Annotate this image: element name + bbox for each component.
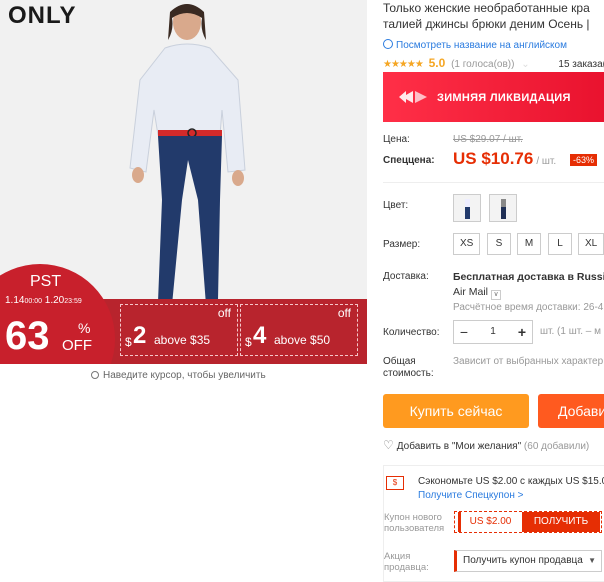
translate-link-text: Посмотреть название на английском (396, 40, 567, 51)
coupon-off-label: off (217, 306, 231, 320)
winter-sale-banner[interactable]: ЗИМНЯЯ ЛИКВИДАЦИЯ (383, 72, 604, 122)
banner-text: ЗИМНЯЯ ЛИКВИДАЦИЯ (437, 92, 571, 104)
total-label: Общая стоимость: (383, 356, 434, 380)
special-price: US $10.76/ шт. (453, 149, 556, 169)
buy-now-button[interactable]: Купить сейчас (383, 394, 529, 428)
coupon-amount: 2 (133, 322, 147, 349)
total-value: Зависит от выбранных характер (453, 356, 604, 367)
product-title-line: талией джинсы брюки деним Осень | (383, 17, 590, 31)
add-to-wishlist[interactable]: ♡ Добавить в "Мои желания" (60 добавили) (383, 438, 589, 452)
coupon-panel: $ Сэкономьте US $2.00 с каждых US $15.00… (383, 465, 604, 582)
special-price-label: Спеццена: (383, 155, 435, 166)
translate-link[interactable]: Посмотреть название на английском (383, 39, 567, 51)
color-label: Цвет: (383, 200, 409, 211)
size-option[interactable]: M (517, 233, 541, 255)
label-line: Акция (384, 551, 411, 562)
label-line: продавца: (384, 562, 429, 573)
promo-overlay: off $ 2 above $35 off $ 4 above $50 PST … (0, 264, 367, 364)
product-title-line: Только женские необработанные кра (383, 1, 590, 15)
chevron-down-icon[interactable]: ∨ (491, 290, 502, 300)
quantity-stepper: − 1 + (453, 320, 533, 344)
coupon-condition: above $50 (274, 333, 331, 347)
sale-logo-icon (399, 91, 427, 103)
shipping-method[interactable]: Бесплатная доставка в Russian Air Mail ∨ (453, 270, 604, 300)
new-user-coupon-amount: US $2.00 (458, 512, 520, 532)
quantity-input[interactable]: 1 (474, 321, 512, 343)
product-main-image[interactable]: ONLY off $ 2 above $35 off $ 4 above $50… (0, 0, 367, 364)
coupon-icon: $ (386, 476, 404, 490)
rating-score: 5.0 (428, 56, 446, 70)
promo-off-label: OFF (62, 337, 92, 354)
coupon-condition: above $35 (154, 333, 211, 347)
brand-logo: ONLY (8, 2, 77, 29)
discount-badge: -63% (570, 154, 598, 166)
coupon-currency: $ (125, 335, 132, 349)
quantity-increase-button[interactable]: + (512, 321, 532, 343)
get-coupon-button[interactable]: ПОЛУЧИТЬ (522, 512, 600, 532)
promo-coupon[interactable]: off $ 4 above $50 (240, 304, 358, 356)
promo-time-end: 23:59 (64, 298, 82, 305)
zoom-hint: Наведите курсор, чтобы увеличить (91, 370, 266, 381)
divider (383, 182, 604, 183)
coupon-currency: $ (245, 335, 252, 349)
magnifier-icon (91, 371, 99, 379)
translate-icon (383, 39, 393, 49)
special-price-value: US $10.76 (453, 149, 534, 168)
size-option[interactable]: L (548, 233, 572, 255)
total-label-line: Общая (383, 356, 416, 367)
chevron-down-icon[interactable]: ⌄ (521, 59, 529, 70)
orders-count: 15 заказа(о (558, 59, 604, 70)
promo-coupon[interactable]: off $ 2 above $35 (120, 304, 238, 356)
caret-down-icon: ▼ (588, 556, 596, 565)
product-title: Только женские необработанные кра талией… (383, 0, 604, 32)
price-unit: / шт. (536, 156, 557, 167)
new-user-coupon: US $2.00 ПОЛУЧИТЬ (454, 511, 602, 533)
size-option[interactable]: XS (453, 233, 481, 255)
old-price: US $29.07 / шт. (453, 134, 523, 145)
promo-title: PST (30, 273, 62, 290)
quantity-label: Количество: (383, 327, 440, 338)
quantity-unit: шт. (1 шт. – м (540, 326, 601, 337)
star-rating-icon: ★★★★★ (383, 59, 424, 70)
wishlist-count: (60 добавили) (523, 441, 590, 452)
swatch-thumbnail (501, 199, 506, 219)
new-user-coupon-label: Купон нового пользователя (384, 512, 444, 534)
total-label-line: стоимость: (383, 368, 434, 379)
size-option[interactable]: XL (578, 233, 604, 255)
promo-date-end: 1.20 (44, 295, 65, 306)
quantity-decrease-button[interactable]: − (454, 321, 474, 343)
shipping-carrier: Air Mail (453, 286, 489, 298)
product-gallery: ONLY off $ 2 above $35 off $ 4 above $50… (0, 0, 367, 582)
size-label: Размер: (383, 239, 421, 250)
rating-row: ★★★★★ 5.0 (1 голоса(ов)) ⌄ 15 заказа(о (383, 56, 604, 70)
label-line: Купон нового (384, 512, 442, 523)
save-text: Сэкономьте US $2.00 с каждых US $15.00 (418, 476, 604, 487)
get-special-coupon-link[interactable]: Получите Спецкупон > (418, 490, 524, 501)
zoom-hint-text: Наведите курсор, чтобы увеличить (103, 370, 266, 381)
promo-percent-sign: % (78, 320, 91, 336)
promo-time-start: 00:00 (24, 298, 42, 305)
add-to-cart-button[interactable]: Добави (538, 394, 604, 428)
price-label: Цена: (383, 134, 410, 145)
promo-date-start: 1.14 (5, 295, 25, 306)
color-swatch[interactable] (453, 194, 481, 222)
shipping-time: Расчётное время доставки: 26-4 (453, 302, 604, 313)
product-info: Только женские необработанные кра талией… (372, 0, 604, 582)
promo-dates: 1.1400:00 1.2023:59 (5, 295, 82, 306)
shipping-label: Доставка: (383, 271, 429, 282)
size-option[interactable]: S (487, 233, 511, 255)
seller-promo-label: Акция продавца: (384, 551, 429, 573)
coupon-amount: 4 (253, 322, 267, 349)
wishlist-label: Добавить в "Мои желания" (396, 441, 522, 452)
shipping-line: Бесплатная доставка в Russian (453, 271, 604, 283)
heart-icon: ♡ (383, 438, 394, 452)
swatch-thumbnail (465, 199, 470, 219)
promo-percent: 63 (5, 314, 50, 358)
coupon-off-label: off (337, 306, 351, 320)
seller-coupon-select[interactable]: Получить купон продавца ▼ (454, 550, 602, 572)
color-swatch[interactable] (489, 194, 517, 222)
seller-coupon-select-text: Получить купон продавца (463, 555, 583, 566)
label-line: пользователя (384, 523, 445, 534)
rating-votes[interactable]: (1 голоса(ов)) (451, 59, 514, 70)
